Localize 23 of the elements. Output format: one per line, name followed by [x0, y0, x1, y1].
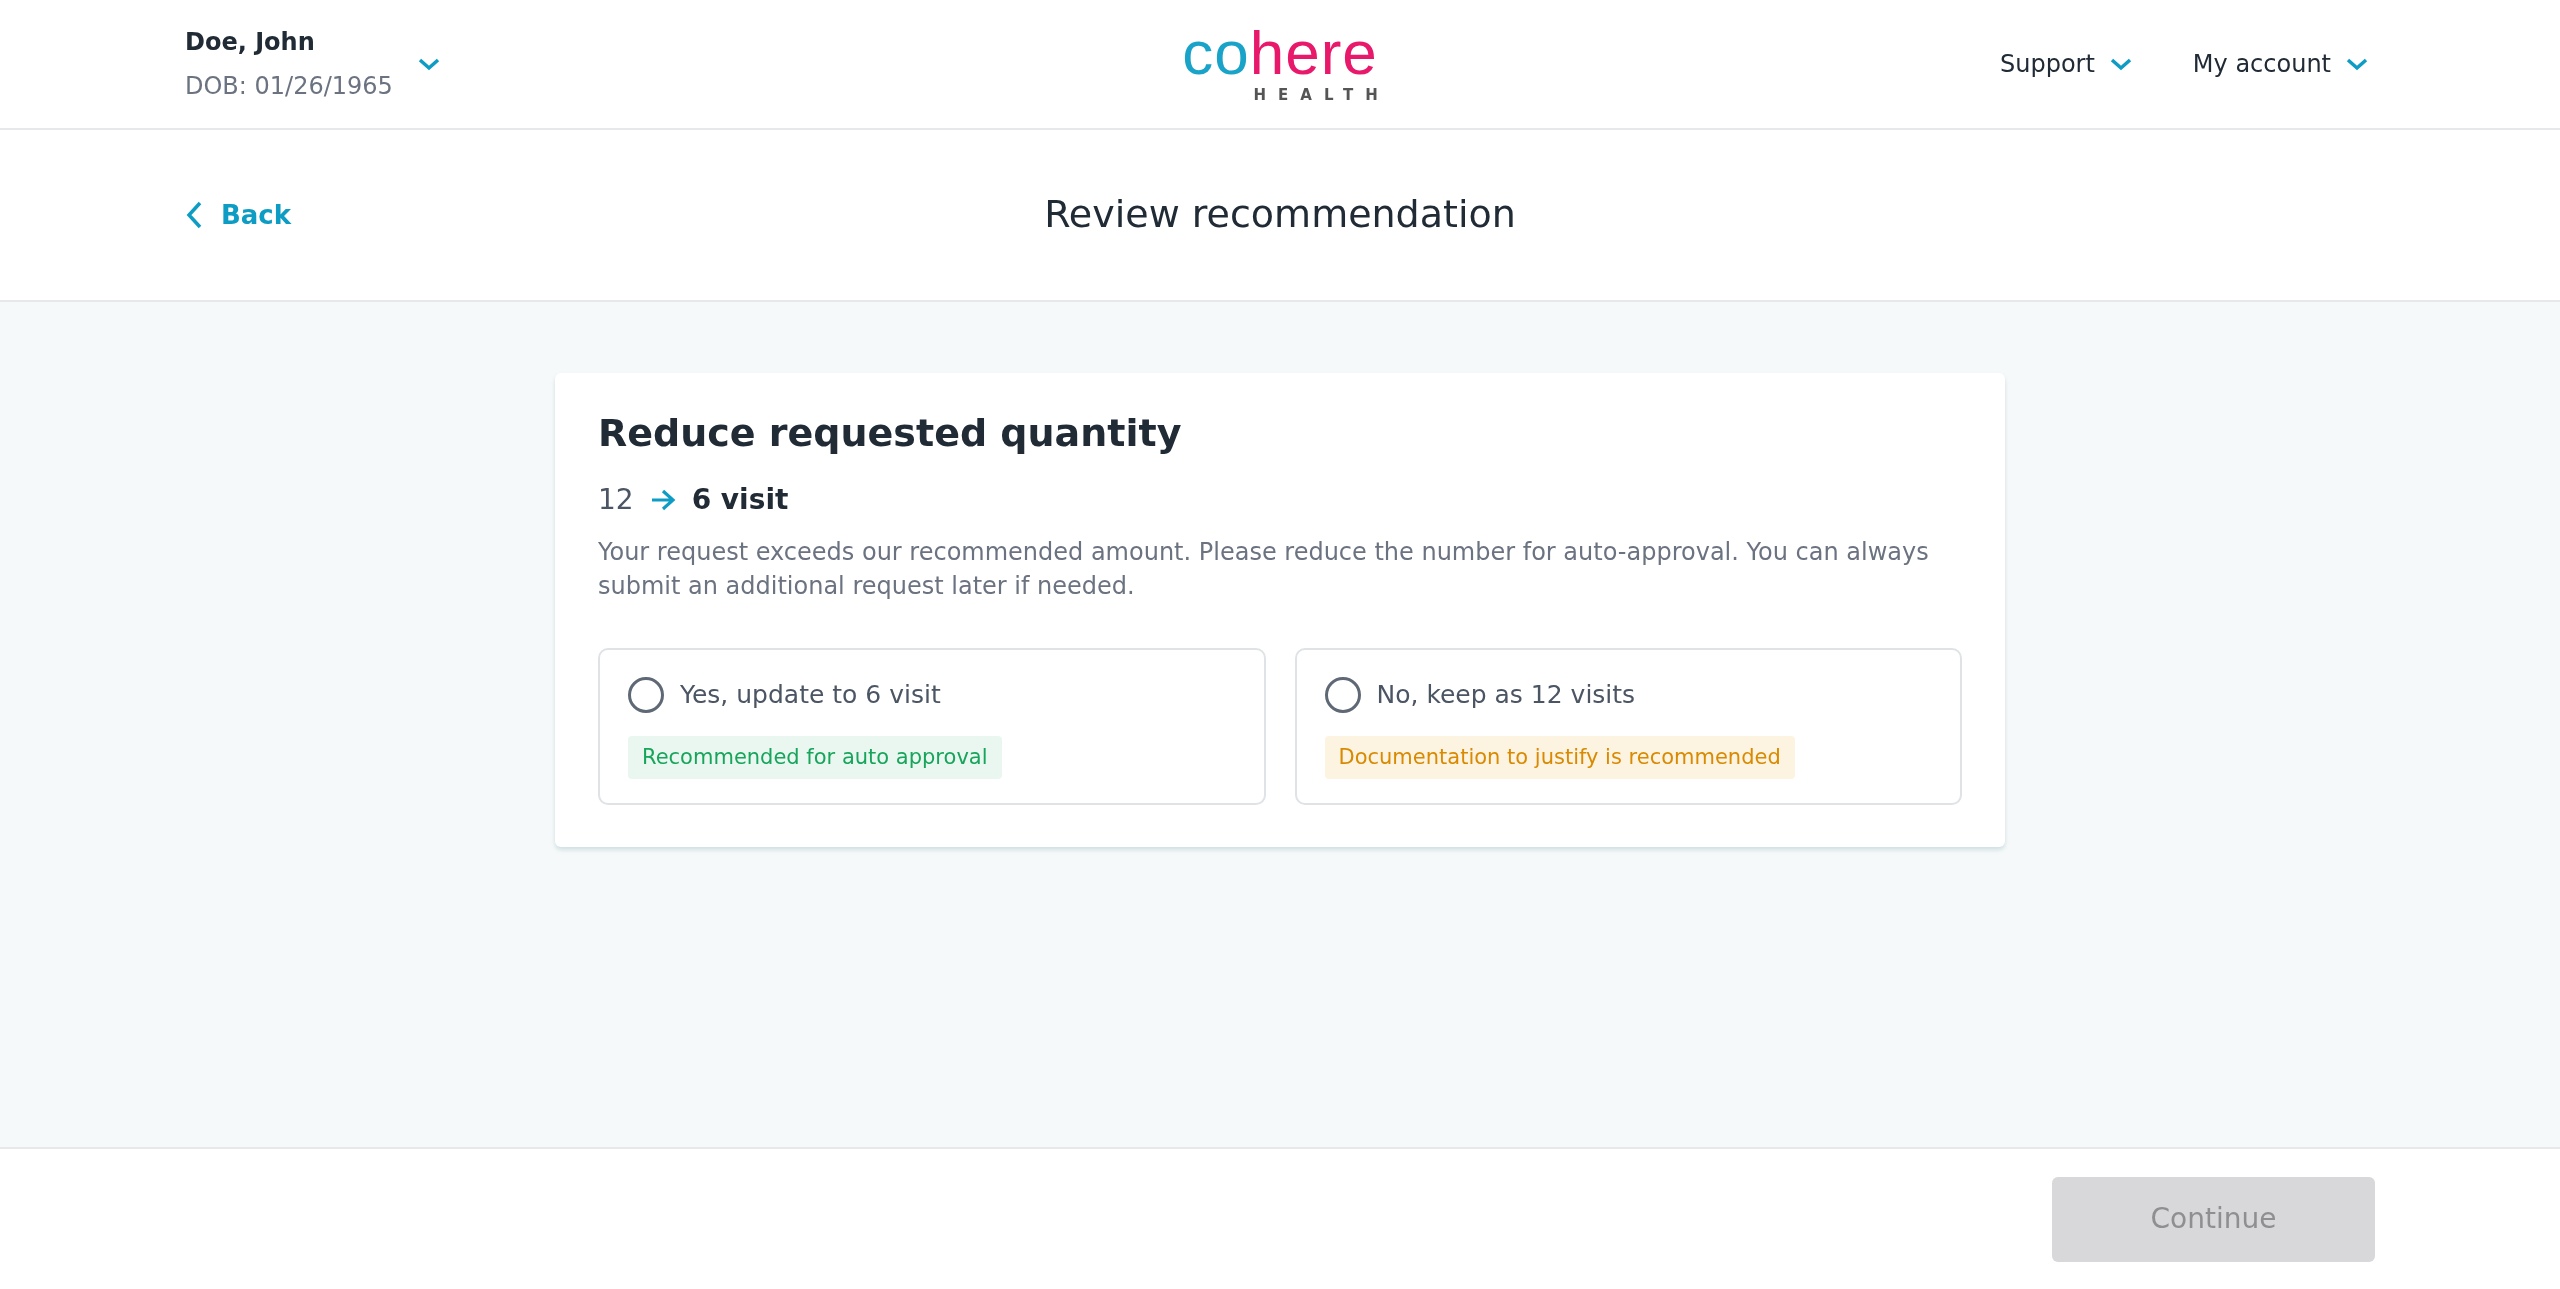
- radio-button[interactable]: [628, 676, 664, 713]
- logo: cohere HEALTH: [1182, 21, 1378, 106]
- radio-button[interactable]: [1324, 676, 1361, 713]
- option-card[interactable]: No, keep as 12 visits Documentation to justify is recommended: [1294, 648, 1962, 806]
- patient-name: Doe, John: [185, 27, 316, 58]
- status-tag: Documentation to justify is recommended: [1324, 735, 1795, 780]
- patient-dob: DOB: 01/26/1965: [185, 71, 393, 102]
- arrow-right-icon: [649, 487, 676, 512]
- page-title: Review recommendation: [1044, 192, 1516, 238]
- chevron-left-icon: [185, 200, 203, 230]
- chevron-down-icon[interactable]: [416, 56, 441, 72]
- option-label: No, keep as 12 visits: [1376, 679, 1636, 712]
- status-tag: Recommended for auto approval: [628, 735, 1002, 780]
- current-quantity: 12: [598, 481, 634, 518]
- chevron-down-icon: [2108, 56, 2133, 72]
- option-label: Yes, update to 6 visit: [680, 679, 941, 712]
- option-card[interactable]: Yes, update to 6 visit Recommended for auto approval: [598, 648, 1266, 806]
- card-title: Reduce requested quantity: [598, 411, 1183, 457]
- description: Your request exceeds our recommended amount. Please reduce the number for auto-approval. You can always submit an additional request later if needed.: [598, 536, 1930, 603]
- nav-menu[interactable]: Support: [1993, 45, 2139, 83]
- recommended-quantity: 6 visit: [691, 481, 789, 518]
- chevron-down-icon: [2345, 56, 2369, 72]
- nav-menu[interactable]: My account: [2186, 45, 2375, 83]
